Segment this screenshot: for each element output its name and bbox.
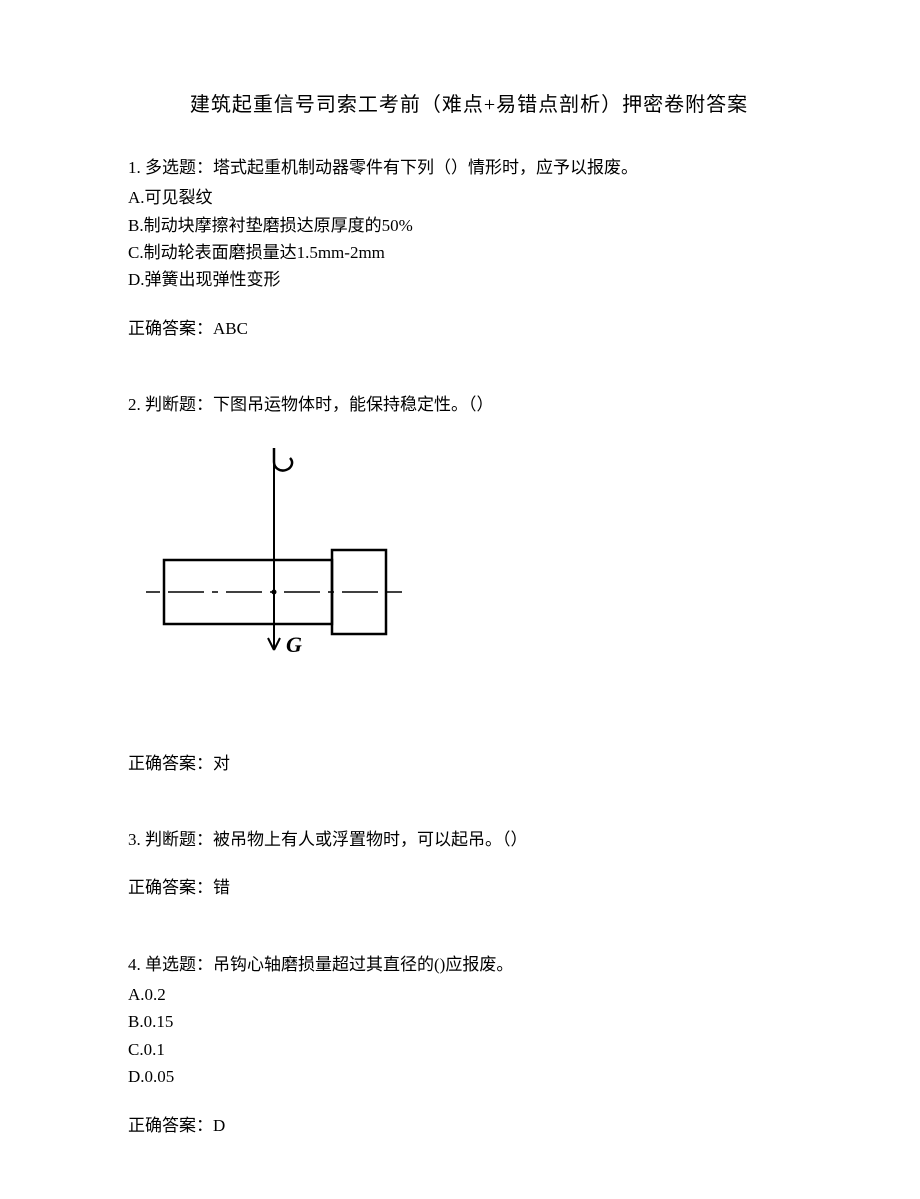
q1-option-d: D.弹簧出现弹性变形 (128, 267, 810, 293)
question-2-diagram: G (146, 442, 810, 690)
q1-option-a: A.可见裂纹 (128, 185, 810, 211)
question-4-answer: 正确答案：D (128, 1113, 810, 1139)
question-3-answer: 正确答案：错 (128, 875, 810, 901)
question-2-answer: 正确答案：对 (128, 751, 810, 777)
q1-option-c: C.制动轮表面磨损量达1.5mm-2mm (128, 240, 810, 266)
q4-option-d: D.0.05 (128, 1064, 810, 1090)
q4-option-c: C.0.1 (128, 1037, 810, 1063)
question-3-stem: 3. 判断题：被吊物上有人或浮置物时，可以起吊。（） (128, 827, 810, 853)
q1-option-b: B.制动块摩擦衬垫磨损达原厚度的50% (128, 213, 810, 239)
q4-option-a: A.0.2 (128, 982, 810, 1008)
page-title: 建筑起重信号司索工考前（难点+易错点剖析）押密卷附答案 (128, 90, 810, 121)
question-1-options: A.可见裂纹 B.制动块摩擦衬垫磨损达原厚度的50% C.制动轮表面磨损量达1.… (128, 185, 810, 293)
document-page: 建筑起重信号司索工考前（难点+易错点剖析）押密卷附答案 1. 多选题：塔式起重机… (0, 0, 920, 1199)
question-1-stem: 1. 多选题：塔式起重机制动器零件有下列（）情形时，应予以报废。 (128, 155, 810, 181)
q4-option-b: B.0.15 (128, 1009, 810, 1035)
question-4-options: A.0.2 B.0.15 C.0.1 D.0.05 (128, 982, 810, 1090)
question-1-answer: 正确答案：ABC (128, 316, 810, 342)
question-4-stem: 4. 单选题：吊钩心轴磨损量超过其直径的()应报废。 (128, 952, 810, 978)
question-2-stem: 2. 判断题：下图吊运物体时，能保持稳定性。（） (128, 392, 810, 418)
g-label: G (286, 632, 302, 657)
lifting-diagram-icon: G (146, 442, 416, 682)
